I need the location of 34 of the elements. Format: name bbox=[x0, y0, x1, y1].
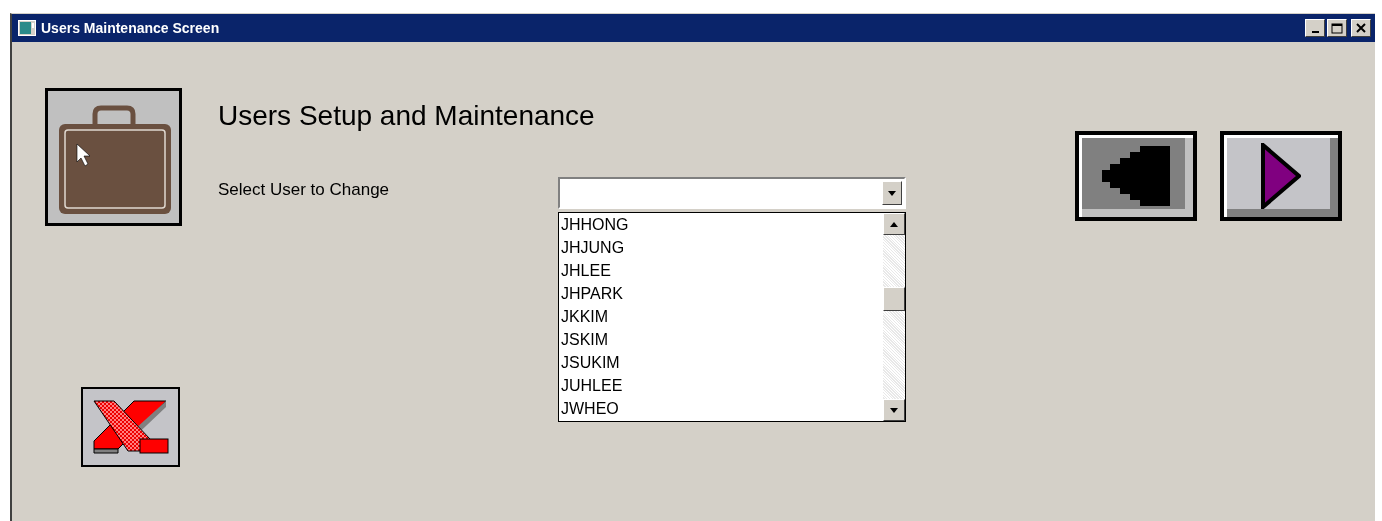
forward-button[interactable] bbox=[1220, 131, 1342, 221]
minimize-icon bbox=[1311, 30, 1319, 33]
list-item[interactable]: JUHLEE bbox=[559, 374, 883, 397]
back-arrow-icon bbox=[1102, 144, 1170, 208]
cancel-button[interactable] bbox=[81, 387, 180, 467]
forward-arrow-icon bbox=[1261, 143, 1301, 209]
up-triangle-icon bbox=[890, 221, 898, 227]
dropdown-button[interactable] bbox=[882, 181, 902, 205]
down-triangle-icon bbox=[890, 407, 898, 413]
user-combo-field[interactable] bbox=[558, 177, 906, 209]
close-button[interactable] bbox=[1351, 19, 1371, 37]
list-item[interactable]: JHJUNG bbox=[559, 236, 883, 259]
minimize-button[interactable] bbox=[1305, 19, 1325, 37]
scrollbar[interactable] bbox=[883, 213, 905, 421]
list-item[interactable]: JHLEE bbox=[559, 259, 883, 282]
window-icon bbox=[18, 20, 36, 36]
down-triangle-icon bbox=[888, 190, 896, 196]
list-item[interactable]: JHPARK bbox=[559, 282, 883, 305]
window-title: Users Maintenance Screen bbox=[41, 20, 221, 36]
list-item[interactable]: JHHONG bbox=[559, 213, 883, 236]
field-label: Select User to Change bbox=[218, 179, 391, 200]
list-item[interactable]: JSUKIM bbox=[559, 351, 883, 374]
screen-heading: Users Setup and Maintenance bbox=[218, 100, 596, 132]
scroll-down-button[interactable] bbox=[883, 399, 905, 421]
back-button[interactable] bbox=[1075, 131, 1197, 221]
maximize-icon bbox=[1331, 22, 1343, 34]
list-item[interactable]: JSKIM bbox=[559, 328, 883, 351]
list-item[interactable]: JWHEO bbox=[559, 397, 883, 420]
scroll-thumb[interactable] bbox=[883, 287, 905, 311]
list-item[interactable]: JKKIM bbox=[559, 305, 883, 328]
maximize-button[interactable] bbox=[1327, 19, 1347, 37]
close-icon bbox=[1356, 23, 1366, 33]
scroll-up-button[interactable] bbox=[883, 213, 905, 235]
briefcase-button[interactable] bbox=[45, 88, 182, 226]
